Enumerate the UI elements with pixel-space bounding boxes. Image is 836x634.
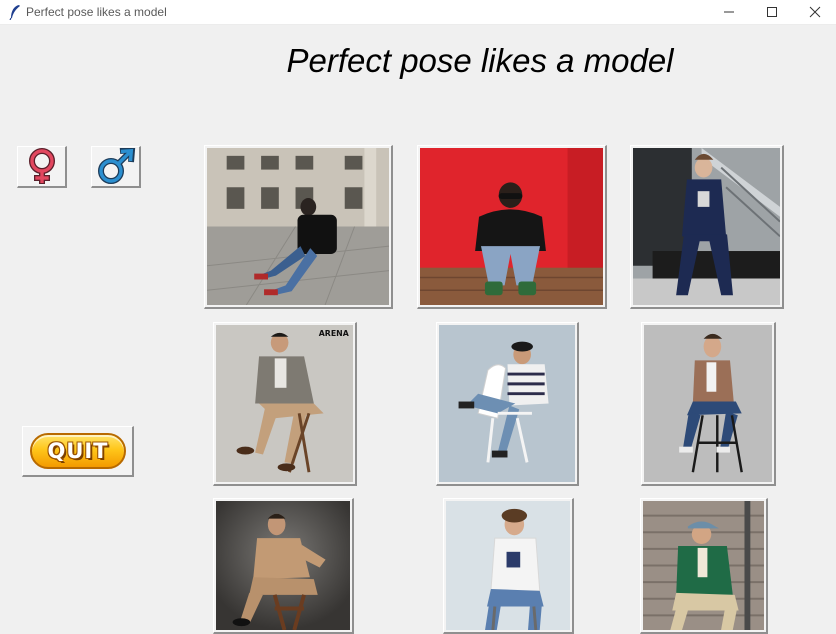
male-button[interactable]: [91, 146, 141, 188]
page-title: Perfect pose likes a model: [286, 42, 674, 79]
pose-photo-4[interactable]: ARENA: [213, 322, 357, 486]
feather-icon: [9, 5, 20, 20]
photo-man-white-sweater: [446, 501, 570, 630]
pose-photo-6[interactable]: [641, 322, 776, 486]
maximize-icon: [767, 7, 777, 17]
photo-man-plaza: [207, 148, 389, 305]
photo-man-tan-turtleneck: [216, 501, 350, 630]
quit-button[interactable]: QUIT: [22, 426, 134, 477]
photo-man-red-wall: [420, 148, 603, 305]
pose-photo-2[interactable]: [417, 145, 607, 309]
pose-photo-3[interactable]: [630, 145, 784, 309]
female-button[interactable]: [17, 146, 67, 188]
photo-man-brown-jacket: [644, 325, 772, 482]
minimize-button[interactable]: [706, 0, 752, 24]
arena-watermark: ARENA: [319, 329, 350, 338]
minimize-icon: [724, 11, 734, 13]
window-title: Perfect pose likes a model: [26, 5, 167, 19]
photo-man-grey-blazer: ARENA: [216, 325, 353, 482]
pose-photo-5[interactable]: [436, 322, 579, 486]
pose-photo-1[interactable]: [204, 145, 393, 309]
quit-button-graphic: QUIT: [30, 433, 126, 469]
female-symbol-icon: [28, 147, 55, 184]
pose-photo-8[interactable]: [443, 498, 574, 634]
pose-photo-9[interactable]: [640, 498, 768, 634]
window-title-bar[interactable]: Perfect pose likes a model: [0, 0, 836, 25]
pose-photo-7[interactable]: [213, 498, 354, 634]
male-symbol-icon: [97, 147, 135, 184]
quit-button-label: QUIT: [47, 439, 109, 463]
close-button[interactable]: [792, 0, 836, 24]
close-icon: [809, 6, 821, 18]
photo-man-white-chair: [439, 325, 575, 482]
maximize-button[interactable]: [749, 0, 795, 24]
photo-man-green-jacket: [643, 501, 764, 630]
photo-man-navy-suit: [633, 148, 780, 305]
